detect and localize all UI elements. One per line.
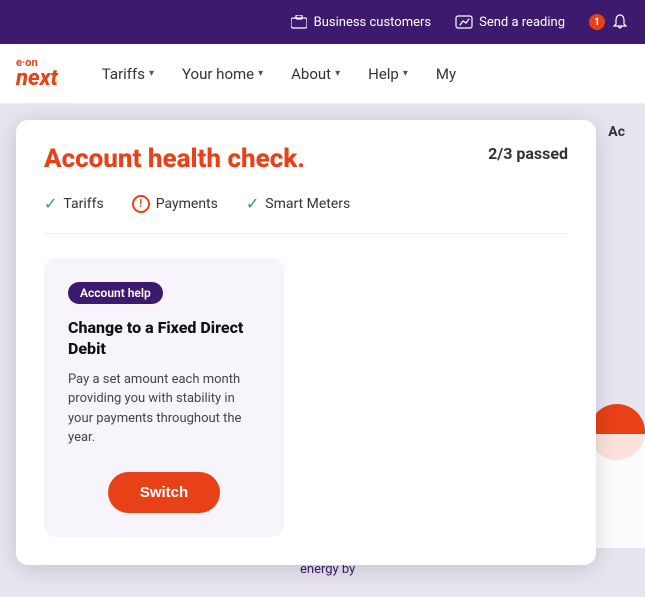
check-warn-icon: ! — [132, 195, 150, 213]
nav-your-home[interactable]: Your home ▾ — [170, 57, 275, 91]
check-payments-label: Payments — [156, 196, 218, 212]
notification-count: 1 — [589, 14, 605, 30]
chevron-down-icon: ▾ — [335, 68, 340, 79]
send-reading-label: Send a reading — [479, 15, 565, 30]
check-smart-meters-label: Smart Meters — [265, 196, 350, 212]
health-check-header: Account health check. 2/3 passed — [44, 144, 568, 174]
passed-badge: 2/3 passed — [488, 144, 568, 163]
meter-icon — [455, 13, 473, 31]
check-tariffs-label: Tariffs — [63, 196, 103, 212]
bell-icon — [611, 13, 629, 31]
nav-help-label: Help — [368, 65, 399, 83]
nav-about-label: About — [291, 65, 331, 83]
nav-about[interactable]: About ▾ — [279, 57, 352, 91]
chevron-down-icon: ▾ — [258, 68, 263, 79]
logo-next-text: next — [16, 68, 58, 90]
chevron-down-icon: ▾ — [403, 68, 408, 79]
briefcase-icon — [290, 13, 308, 31]
check-payments: ! Payments — [132, 195, 218, 213]
modal-overlay: Account health check. 2/3 passed ✓ Tarif… — [0, 104, 645, 597]
nav-help[interactable]: Help ▾ — [356, 57, 420, 91]
send-reading-link[interactable]: Send a reading — [455, 13, 565, 31]
nav-my-account-label: My — [436, 65, 456, 83]
business-customers-link[interactable]: Business customers — [290, 13, 431, 31]
checks-row: ✓ Tariffs ! Payments ✓ Smart Meters — [44, 194, 568, 234]
account-help-badge: Account help — [68, 282, 163, 304]
nav-tariffs[interactable]: Tariffs ▾ — [90, 57, 166, 91]
check-pass-icon: ✓ — [246, 194, 259, 213]
top-bar: Business customers Send a reading 1 — [0, 0, 645, 44]
switch-button[interactable]: Switch — [108, 472, 220, 513]
check-pass-icon: ✓ — [44, 194, 57, 213]
account-help-card: Account help Change to a Fixed Direct De… — [44, 258, 284, 537]
chevron-down-icon: ▾ — [149, 68, 154, 79]
check-tariffs: ✓ Tariffs — [44, 194, 104, 213]
check-smart-meters: ✓ Smart Meters — [246, 194, 350, 213]
nav-bar: e·on next Tariffs ▾ Your home ▾ About ▾ … — [0, 44, 645, 104]
nav-your-home-label: Your home — [182, 65, 254, 83]
nav-items: Tariffs ▾ Your home ▾ About ▾ Help ▾ My — [90, 57, 629, 91]
business-customers-label: Business customers — [314, 15, 431, 30]
account-help-desc: Pay a set amount each month providing yo… — [68, 370, 260, 448]
health-check-title: Account health check. — [44, 144, 305, 174]
account-help-title: Change to a Fixed Direct Debit — [68, 318, 260, 360]
nav-tariffs-label: Tariffs — [102, 65, 145, 83]
nav-my-account[interactable]: My — [424, 57, 468, 91]
notifications-button[interactable]: 1 — [589, 13, 629, 31]
health-check-card: Account health check. 2/3 passed ✓ Tarif… — [16, 120, 596, 565]
logo[interactable]: e·on next — [16, 57, 58, 90]
